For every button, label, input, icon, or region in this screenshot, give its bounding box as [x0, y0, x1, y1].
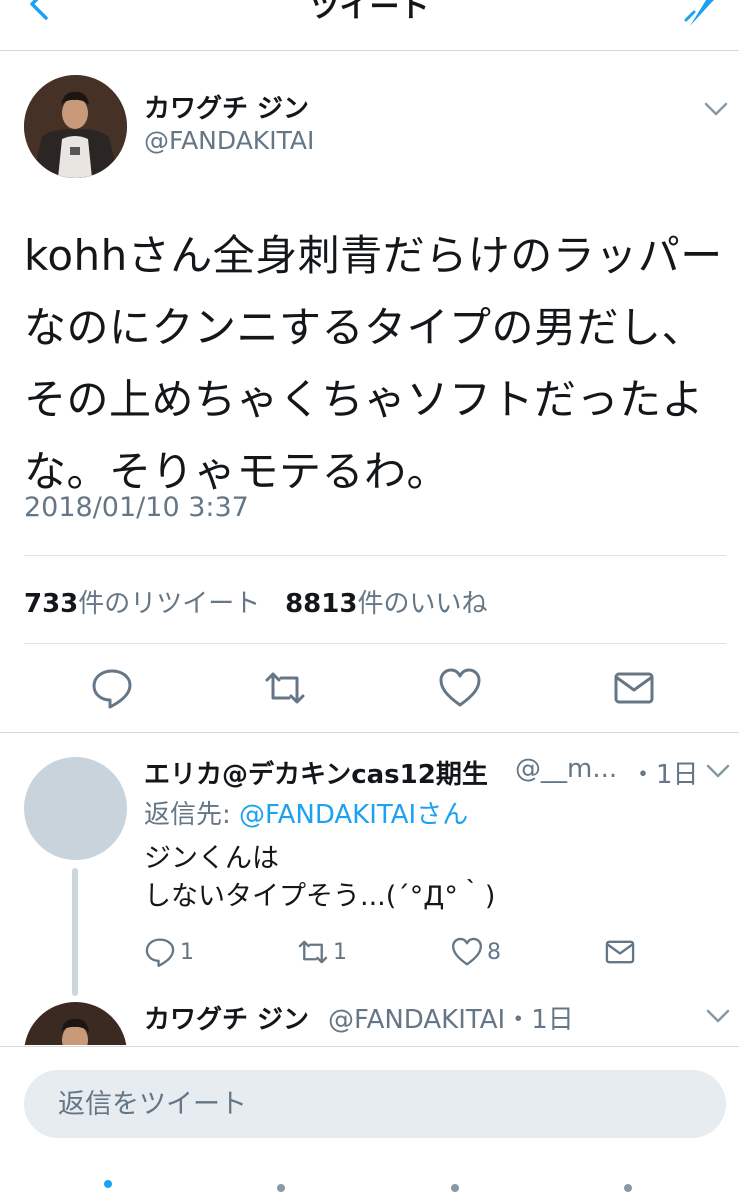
thread-line: [72, 868, 78, 996]
like-label: 件のいいね: [357, 589, 488, 619]
reply-reply-button[interactable]: 1: [144, 935, 194, 969]
top-bar: ツイート: [0, 0, 739, 51]
avatar-photo: [24, 75, 127, 178]
tab-indicator-dot: [277, 1184, 285, 1192]
direct-message-icon[interactable]: [612, 666, 656, 710]
like-count: 8: [487, 939, 501, 965]
reply-to-prefix: 返信先:: [144, 800, 240, 830]
reply-avatar[interactable]: [24, 1002, 127, 1045]
chevron-down-icon[interactable]: [703, 100, 729, 118]
like-icon: [452, 937, 482, 966]
like-icon[interactable]: [438, 666, 482, 710]
retweet-label: 件のリツイート: [78, 589, 261, 619]
reply-author-handle[interactable]: @FANDAKITAI・1日: [328, 999, 574, 1036]
reply-compose-input[interactable]: [24, 1070, 726, 1138]
author-name[interactable]: カワグチ ジン: [144, 88, 309, 125]
tweet-stats: 733件のリツイート 8813件のいいね: [24, 583, 487, 620]
reply-icon: [145, 938, 175, 967]
reply-to-line: 返信先: @FANDAKITAIさん: [144, 794, 468, 831]
retweet-stat[interactable]: 733件のリツイート: [24, 589, 260, 619]
reply-to-link[interactable]: @FANDAKITAIさん: [239, 800, 468, 830]
reply-text: ジンくんは しないタイプそう...(´°Д°｀): [144, 840, 495, 916]
retweet-icon[interactable]: [263, 666, 307, 710]
divider: [0, 732, 739, 733]
reply-avatar[interactable]: [24, 757, 127, 860]
reply-retweet-button[interactable]: 1: [297, 935, 347, 969]
reply-author-name[interactable]: エリカ@デカキンcas12期生: [144, 754, 488, 791]
tweet-timestamp: 2018/01/10 3:37: [24, 492, 249, 523]
reply-author-name[interactable]: カワグチ ジン: [144, 999, 309, 1036]
tweet-text: kohhさん全身刺青だらけのラッパーなのにクンニするタイプの男だし、その上めちゃ…: [24, 231, 723, 496]
avatar-photo: [24, 1002, 127, 1045]
author-avatar[interactable]: [24, 75, 127, 178]
chevron-down-icon[interactable]: [705, 762, 731, 780]
reply-like-button[interactable]: 8: [451, 935, 501, 969]
reply-text-line: しないタイプそう...(´°Д°｀): [144, 881, 496, 912]
like-count: 8813: [285, 589, 358, 619]
reply-item[interactable]: カワグチ ジン @FANDAKITAI・1日 40分くらいします: [0, 995, 739, 1045]
like-stat[interactable]: 8813件のいいね: [285, 589, 487, 619]
direct-message-icon: [605, 940, 635, 964]
reply-author-handle[interactable]: @__m...: [515, 754, 617, 784]
chevron-down-icon[interactable]: [705, 1007, 731, 1025]
retweet-count: 733: [24, 589, 79, 619]
author-handle[interactable]: @FANDAKITAI: [144, 126, 314, 155]
reply-dm-button[interactable]: [604, 935, 636, 969]
reply-count: 1: [180, 939, 194, 965]
reply-text-line: ジンくんは: [144, 843, 279, 874]
reply-time: ・1日: [630, 760, 699, 790]
page-title: ツイート: [309, 0, 430, 25]
tab-indicator-dot: [624, 1184, 632, 1192]
retweet-count: 1: [333, 939, 347, 965]
retweet-icon: [298, 940, 328, 964]
tab-indicator-dot: [104, 1180, 112, 1188]
reply-text: 40分くらいします: [144, 1037, 367, 1045]
divider: [24, 555, 726, 556]
reply-icon[interactable]: [90, 666, 134, 710]
tab-indicator-dot: [451, 1184, 459, 1192]
compose-icon[interactable]: [680, 0, 724, 30]
divider: [24, 643, 726, 644]
